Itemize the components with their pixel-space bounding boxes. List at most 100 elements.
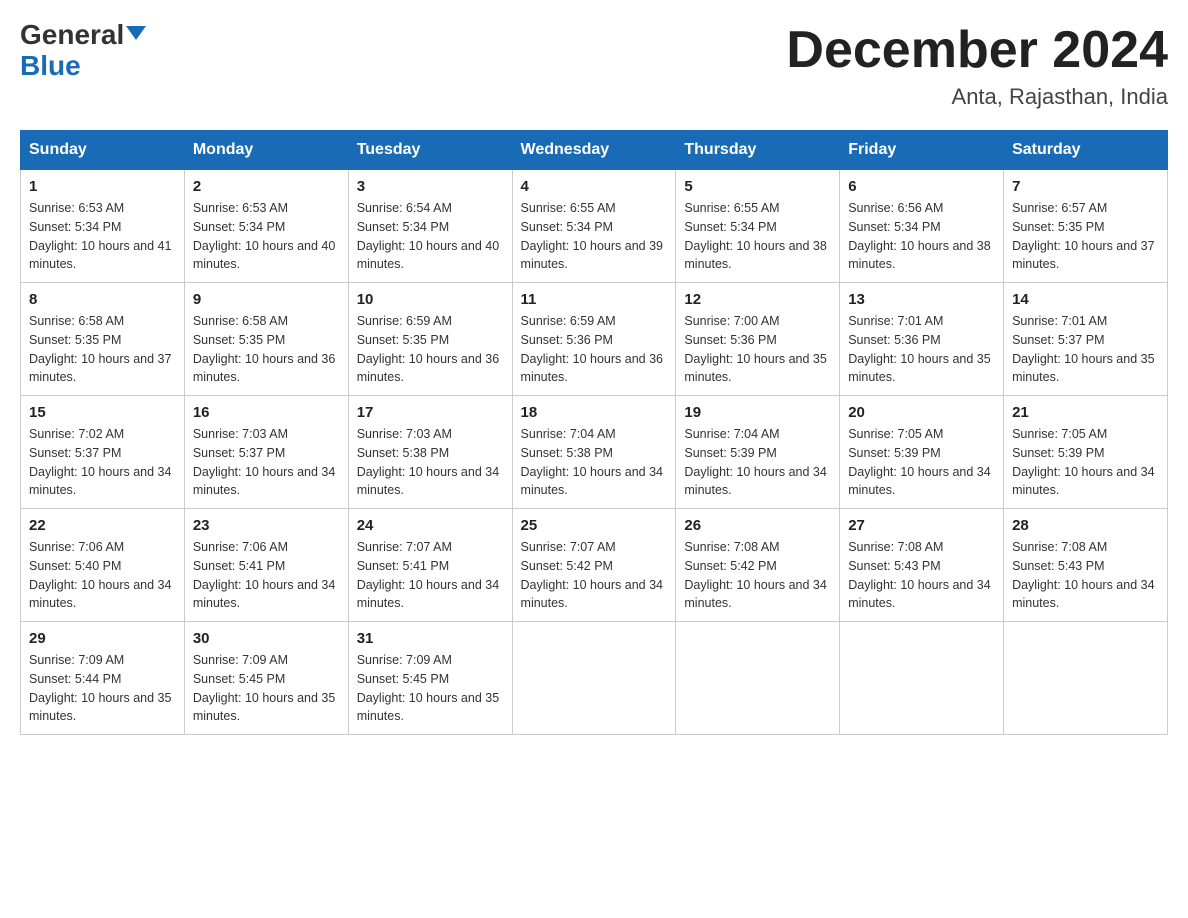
- day-number: 18: [521, 404, 668, 421]
- logo-blue-text: Blue: [20, 50, 81, 81]
- week-row-5: 29 Sunrise: 7:09 AMSunset: 5:44 PMDayligh…: [21, 622, 1168, 735]
- day-number: 22: [29, 517, 176, 534]
- day-number: 13: [848, 291, 995, 308]
- day-number: 8: [29, 291, 176, 308]
- header-saturday: Saturday: [1004, 131, 1168, 170]
- day-info: Sunrise: 6:59 AMSunset: 5:36 PMDaylight:…: [521, 312, 668, 387]
- calendar-cell: [1004, 622, 1168, 735]
- day-number: 30: [193, 630, 340, 647]
- header-wednesday: Wednesday: [512, 131, 676, 170]
- location-subtitle: Anta, Rajasthan, India: [786, 84, 1168, 110]
- header-thursday: Thursday: [676, 131, 840, 170]
- day-info: Sunrise: 6:54 AMSunset: 5:34 PMDaylight:…: [357, 199, 504, 274]
- day-info: Sunrise: 7:09 AMSunset: 5:45 PMDaylight:…: [357, 651, 504, 726]
- day-info: Sunrise: 7:05 AMSunset: 5:39 PMDaylight:…: [1012, 425, 1159, 500]
- day-info: Sunrise: 7:07 AMSunset: 5:42 PMDaylight:…: [521, 538, 668, 613]
- day-info: Sunrise: 7:04 AMSunset: 5:39 PMDaylight:…: [684, 425, 831, 500]
- calendar-cell: 20Sunrise: 7:05 AMSunset: 5:39 PMDayligh…: [840, 396, 1004, 509]
- day-info: Sunrise: 7:09 AMSunset: 5:45 PMDaylight:…: [193, 651, 340, 726]
- day-info: Sunrise: 7:07 AMSunset: 5:41 PMDaylight:…: [357, 538, 504, 613]
- day-info: Sunrise: 6:57 AMSunset: 5:35 PMDaylight:…: [1012, 199, 1159, 274]
- header-sunday: Sunday: [21, 131, 185, 170]
- day-info: Sunrise: 7:01 AMSunset: 5:36 PMDaylight:…: [848, 312, 995, 387]
- day-number: 4: [521, 178, 668, 195]
- calendar-cell: 5 Sunrise: 6:55 AMSunset: 5:34 PMDaylight…: [676, 170, 840, 283]
- day-info: Sunrise: 6:58 AMSunset: 5:35 PMDaylight:…: [193, 312, 340, 387]
- calendar-cell: 29 Sunrise: 7:09 AMSunset: 5:44 PMDayligh…: [21, 622, 185, 735]
- calendar-cell: 11 Sunrise: 6:59 AMSunset: 5:36 PMDayligh…: [512, 283, 676, 396]
- calendar-cell: 26Sunrise: 7:08 AMSunset: 5:42 PMDayligh…: [676, 509, 840, 622]
- calendar-cell: 1 Sunrise: 6:53 AMSunset: 5:34 PMDaylight…: [21, 170, 185, 283]
- calendar-cell: 12 Sunrise: 7:00 AMSunset: 5:36 PMDayligh…: [676, 283, 840, 396]
- calendar-cell: 3 Sunrise: 6:54 AMSunset: 5:34 PMDaylight…: [348, 170, 512, 283]
- day-number: 1: [29, 178, 176, 195]
- day-number: 15: [29, 404, 176, 421]
- day-number: 14: [1012, 291, 1159, 308]
- day-info: Sunrise: 7:06 AMSunset: 5:40 PMDaylight:…: [29, 538, 176, 613]
- calendar-cell: [840, 622, 1004, 735]
- calendar-cell: 17 Sunrise: 7:03 AMSunset: 5:38 PMDayligh…: [348, 396, 512, 509]
- day-number: 3: [357, 178, 504, 195]
- day-number: 6: [848, 178, 995, 195]
- calendar-header: SundayMondayTuesdayWednesdayThursdayFrid…: [21, 131, 1168, 170]
- calendar-cell: 14 Sunrise: 7:01 AMSunset: 5:37 PMDayligh…: [1004, 283, 1168, 396]
- day-number: 24: [357, 517, 504, 534]
- calendar-cell: 4Sunrise: 6:55 AMSunset: 5:34 PMDaylight…: [512, 170, 676, 283]
- logo: General Blue: [20, 20, 146, 82]
- calendar-cell: 25 Sunrise: 7:07 AMSunset: 5:42 PMDayligh…: [512, 509, 676, 622]
- day-number: 5: [684, 178, 831, 195]
- day-number: 7: [1012, 178, 1159, 195]
- header-monday: Monday: [184, 131, 348, 170]
- day-number: 25: [521, 517, 668, 534]
- logo-triangle-icon: [126, 26, 146, 40]
- title-section: December 2024 Anta, Rajasthan, India: [786, 20, 1168, 110]
- calendar-cell: 16Sunrise: 7:03 AMSunset: 5:37 PMDayligh…: [184, 396, 348, 509]
- calendar-cell: 10Sunrise: 6:59 AMSunset: 5:35 PMDayligh…: [348, 283, 512, 396]
- day-info: Sunrise: 6:59 AMSunset: 5:35 PMDaylight:…: [357, 312, 504, 387]
- calendar-cell: 30 Sunrise: 7:09 AMSunset: 5:45 PMDayligh…: [184, 622, 348, 735]
- day-number: 26: [684, 517, 831, 534]
- day-number: 31: [357, 630, 504, 647]
- day-info: Sunrise: 7:05 AMSunset: 5:39 PMDaylight:…: [848, 425, 995, 500]
- header-tuesday: Tuesday: [348, 131, 512, 170]
- day-number: 28: [1012, 517, 1159, 534]
- day-info: Sunrise: 7:09 AMSunset: 5:44 PMDaylight:…: [29, 651, 176, 726]
- day-number: 9: [193, 291, 340, 308]
- calendar-cell: 31 Sunrise: 7:09 AMSunset: 5:45 PMDayligh…: [348, 622, 512, 735]
- calendar-cell: 18Sunrise: 7:04 AMSunset: 5:38 PMDayligh…: [512, 396, 676, 509]
- day-number: 19: [684, 404, 831, 421]
- day-info: Sunrise: 7:00 AMSunset: 5:36 PMDaylight:…: [684, 312, 831, 387]
- calendar-cell: 23Sunrise: 7:06 AMSunset: 5:41 PMDayligh…: [184, 509, 348, 622]
- calendar-cell: 22 Sunrise: 7:06 AMSunset: 5:40 PMDayligh…: [21, 509, 185, 622]
- week-row-3: 15Sunrise: 7:02 AMSunset: 5:37 PMDayligh…: [21, 396, 1168, 509]
- day-info: Sunrise: 7:03 AMSunset: 5:37 PMDaylight:…: [193, 425, 340, 500]
- calendar-cell: 28 Sunrise: 7:08 AMSunset: 5:43 PMDayligh…: [1004, 509, 1168, 622]
- day-info: Sunrise: 7:08 AMSunset: 5:43 PMDaylight:…: [848, 538, 995, 613]
- calendar-cell: 13 Sunrise: 7:01 AMSunset: 5:36 PMDayligh…: [840, 283, 1004, 396]
- page-header: General Blue December 2024 Anta, Rajasth…: [20, 20, 1168, 110]
- day-number: 12: [684, 291, 831, 308]
- header-friday: Friday: [840, 131, 1004, 170]
- day-number: 21: [1012, 404, 1159, 421]
- day-info: Sunrise: 6:56 AMSunset: 5:34 PMDaylight:…: [848, 199, 995, 274]
- calendar-cell: [512, 622, 676, 735]
- calendar-cell: 27 Sunrise: 7:08 AMSunset: 5:43 PMDayligh…: [840, 509, 1004, 622]
- day-number: 2: [193, 178, 340, 195]
- day-info: Sunrise: 7:01 AMSunset: 5:37 PMDaylight:…: [1012, 312, 1159, 387]
- day-number: 17: [357, 404, 504, 421]
- day-number: 27: [848, 517, 995, 534]
- day-number: 23: [193, 517, 340, 534]
- day-info: Sunrise: 6:55 AMSunset: 5:34 PMDaylight:…: [684, 199, 831, 274]
- calendar-body: 1 Sunrise: 6:53 AMSunset: 5:34 PMDaylight…: [21, 170, 1168, 735]
- calendar-cell: 2 Sunrise: 6:53 AMSunset: 5:34 PMDaylight…: [184, 170, 348, 283]
- day-number: 29: [29, 630, 176, 647]
- day-number: 11: [521, 291, 668, 308]
- month-title: December 2024: [786, 20, 1168, 80]
- week-row-1: 1 Sunrise: 6:53 AMSunset: 5:34 PMDaylight…: [21, 170, 1168, 283]
- day-info: Sunrise: 6:53 AMSunset: 5:34 PMDaylight:…: [193, 199, 340, 274]
- day-info: Sunrise: 7:03 AMSunset: 5:38 PMDaylight:…: [357, 425, 504, 500]
- day-info: Sunrise: 6:58 AMSunset: 5:35 PMDaylight:…: [29, 312, 176, 387]
- calendar-cell: 7 Sunrise: 6:57 AMSunset: 5:35 PMDaylight…: [1004, 170, 1168, 283]
- day-info: Sunrise: 6:53 AMSunset: 5:34 PMDaylight:…: [29, 199, 176, 274]
- day-info: Sunrise: 7:08 AMSunset: 5:43 PMDaylight:…: [1012, 538, 1159, 613]
